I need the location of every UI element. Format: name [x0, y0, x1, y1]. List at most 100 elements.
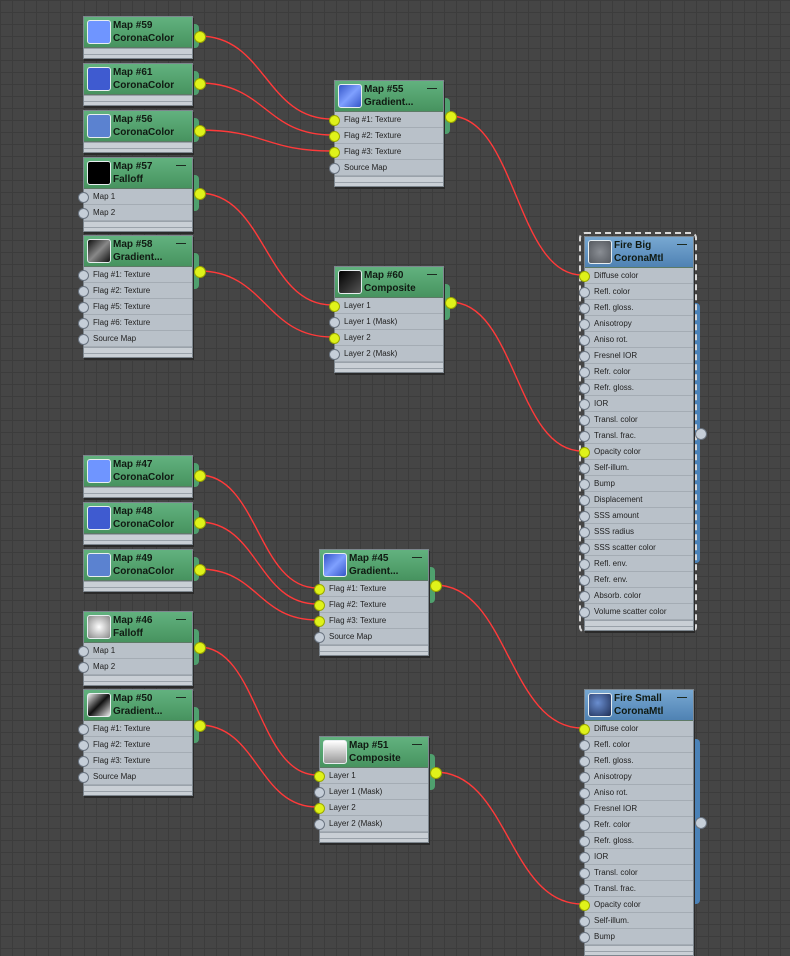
output-socket[interactable]: [194, 188, 206, 200]
input-slot[interactable]: Fresnel IOR: [579, 348, 693, 364]
input-socket[interactable]: [579, 399, 590, 410]
input-slot[interactable]: Source Map: [329, 160, 443, 176]
collapse-button[interactable]: —: [176, 692, 186, 703]
input-socket[interactable]: [314, 616, 325, 627]
output-socket[interactable]: [194, 517, 206, 529]
node-header[interactable]: Map #49 CoronaColor: [84, 550, 192, 581]
output-socket[interactable]: [194, 642, 206, 654]
output-socket[interactable]: [430, 580, 442, 592]
node-header[interactable]: Map #50 Gradient... —: [84, 690, 192, 721]
node-header[interactable]: Fire Big CoronaMtl —: [585, 237, 693, 268]
input-slot[interactable]: Opacity color: [579, 444, 693, 460]
input-slot[interactable]: Anisotropy: [579, 316, 693, 332]
map-node-n50[interactable]: Map #50 Gradient... — Flag #1: Texture Fla…: [78, 689, 193, 796]
collapse-button[interactable]: —: [176, 614, 186, 625]
input-socket[interactable]: [78, 334, 89, 345]
input-socket[interactable]: [579, 271, 590, 282]
input-socket[interactable]: [579, 479, 590, 490]
map-node-n51[interactable]: Map #51 Composite — Layer 1 Layer 1 (Mask)…: [314, 736, 429, 843]
map-node-n49[interactable]: Map #49 CoronaColor: [83, 549, 193, 592]
input-slot[interactable]: Fresnel IOR: [579, 801, 693, 817]
input-socket[interactable]: [579, 916, 590, 927]
input-slot[interactable]: Absorb. color: [579, 588, 693, 604]
input-slot[interactable]: Refr. gloss.: [579, 380, 693, 396]
connection-wire[interactable]: [434, 771, 583, 905]
input-slot[interactable]: Refr. color: [579, 364, 693, 380]
connection-wire[interactable]: [198, 35, 333, 120]
input-socket[interactable]: [579, 463, 590, 474]
input-slot[interactable]: Flag #3: Texture: [329, 144, 443, 160]
input-socket[interactable]: [579, 575, 590, 586]
node-header[interactable]: Map #60 Composite —: [335, 267, 443, 298]
input-slot[interactable]: Refr. gloss.: [579, 833, 693, 849]
input-slot[interactable]: Flag #5: Texture: [78, 299, 192, 315]
collapse-button[interactable]: —: [176, 238, 186, 249]
input-socket[interactable]: [78, 646, 89, 657]
input-slot[interactable]: Layer 1: [329, 298, 443, 314]
input-socket[interactable]: [579, 511, 590, 522]
node-header[interactable]: Map #58 Gradient... —: [84, 236, 192, 267]
input-slot[interactable]: Diffuse color: [579, 268, 693, 284]
input-slot[interactable]: Refl. color: [579, 284, 693, 300]
input-socket[interactable]: [314, 600, 325, 611]
input-socket[interactable]: [314, 803, 325, 814]
input-slot[interactable]: Transl. frac.: [579, 428, 693, 444]
node-header[interactable]: Map #57 Falloff —: [84, 158, 192, 189]
input-slot[interactable]: Displacement: [579, 492, 693, 508]
input-socket[interactable]: [579, 335, 590, 346]
output-socket[interactable]: [194, 266, 206, 278]
connection-wire[interactable]: [449, 115, 583, 276]
output-socket[interactable]: [194, 31, 206, 43]
collapse-button[interactable]: —: [412, 739, 422, 750]
input-socket[interactable]: [579, 591, 590, 602]
map-node-n47[interactable]: Map #47 CoronaColor: [83, 455, 193, 498]
input-socket[interactable]: [579, 884, 590, 895]
input-socket[interactable]: [579, 287, 590, 298]
input-slot[interactable]: Source Map: [314, 629, 428, 645]
input-socket[interactable]: [579, 559, 590, 570]
input-socket[interactable]: [329, 115, 340, 126]
input-slot[interactable]: Layer 1: [314, 768, 428, 784]
input-slot[interactable]: Bump: [579, 929, 693, 945]
input-socket[interactable]: [579, 724, 590, 735]
input-slot[interactable]: Flag #2: Texture: [329, 128, 443, 144]
input-socket[interactable]: [579, 868, 590, 879]
input-slot[interactable]: Refl. gloss.: [579, 753, 693, 769]
input-slot[interactable]: Flag #6: Texture: [78, 315, 192, 331]
input-slot[interactable]: Layer 2: [329, 330, 443, 346]
input-socket[interactable]: [579, 495, 590, 506]
connection-wire[interactable]: [198, 270, 333, 338]
input-slot[interactable]: IOR: [579, 849, 693, 865]
input-socket[interactable]: [579, 543, 590, 554]
input-slot[interactable]: Map 1: [78, 643, 192, 659]
input-socket[interactable]: [579, 932, 590, 943]
input-slot[interactable]: Layer 1 (Mask): [314, 784, 428, 800]
input-slot[interactable]: Self-illum.: [579, 913, 693, 929]
input-socket[interactable]: [314, 787, 325, 798]
input-slot[interactable]: Transl. color: [579, 412, 693, 428]
input-socket[interactable]: [78, 724, 89, 735]
node-header[interactable]: Map #51 Composite —: [320, 737, 428, 768]
input-socket[interactable]: [579, 804, 590, 815]
map-node-n59[interactable]: Map #59 CoronaColor: [83, 16, 193, 59]
input-socket[interactable]: [314, 584, 325, 595]
node-header[interactable]: Map #46 Falloff —: [84, 612, 192, 643]
output-socket[interactable]: [194, 125, 206, 137]
input-slot[interactable]: Aniso rot.: [579, 332, 693, 348]
map-node-n55[interactable]: Map #55 Gradient... — Flag #1: Texture Fla…: [329, 80, 444, 187]
input-slot[interactable]: Layer 2 (Mask): [329, 346, 443, 362]
input-socket[interactable]: [579, 383, 590, 394]
input-socket[interactable]: [329, 131, 340, 142]
input-socket[interactable]: [579, 303, 590, 314]
map-node-n61[interactable]: Map #61 CoronaColor: [83, 63, 193, 106]
map-node-n56[interactable]: Map #56 CoronaColor: [83, 110, 193, 153]
input-socket[interactable]: [579, 527, 590, 538]
node-header[interactable]: Map #55 Gradient... —: [335, 81, 443, 112]
input-slot[interactable]: Map 2: [78, 659, 192, 675]
input-socket[interactable]: [329, 163, 340, 174]
input-slot[interactable]: Flag #1: Texture: [78, 721, 192, 737]
input-slot[interactable]: Refr. env.: [579, 572, 693, 588]
input-socket[interactable]: [579, 900, 590, 911]
output-socket[interactable]: [445, 111, 457, 123]
input-socket[interactable]: [78, 740, 89, 751]
